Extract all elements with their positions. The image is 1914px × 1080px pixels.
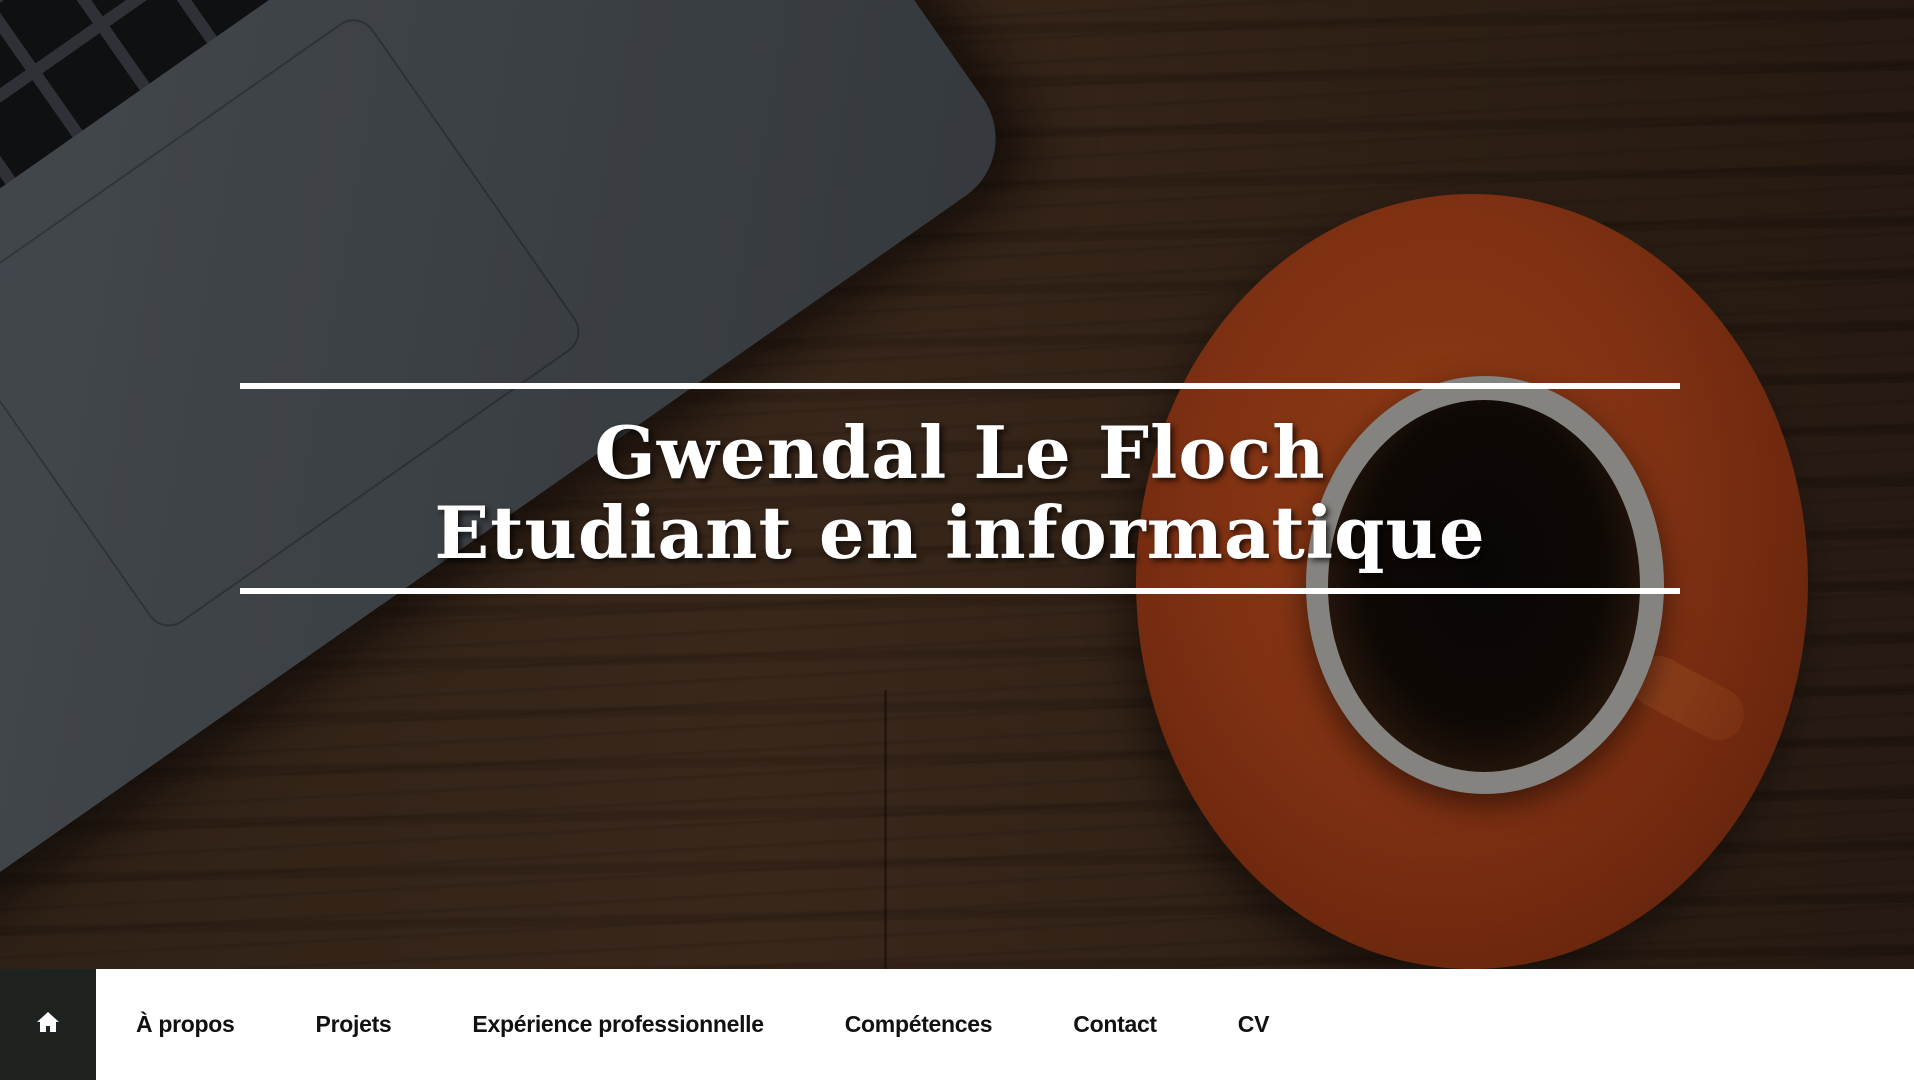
hero-title-block: Gwendal Le Floch Etudiant en informatiqu… <box>240 383 1680 594</box>
hero-banner: Gwendal Le Floch Etudiant en informatiqu… <box>0 0 1914 969</box>
nav-links: À propos Projets Expérience professionne… <box>96 969 1350 1080</box>
nav-item-a-propos[interactable]: À propos <box>136 1011 235 1038</box>
hero-subtitle: Etudiant en informatique <box>434 490 1486 575</box>
home-icon <box>36 1011 60 1038</box>
nav-item-experience[interactable]: Expérience professionnelle <box>472 1011 764 1038</box>
nav-item-projets[interactable]: Projets <box>316 1011 392 1038</box>
nav-item-competences[interactable]: Compétences <box>845 1011 993 1038</box>
nav-item-cv[interactable]: CV <box>1238 1011 1270 1038</box>
home-button[interactable] <box>0 969 96 1080</box>
nav-item-contact[interactable]: Contact <box>1073 1011 1157 1038</box>
main-navigation: À propos Projets Expérience professionne… <box>0 969 1914 1080</box>
hero-name: Gwendal Le Floch <box>594 410 1326 495</box>
